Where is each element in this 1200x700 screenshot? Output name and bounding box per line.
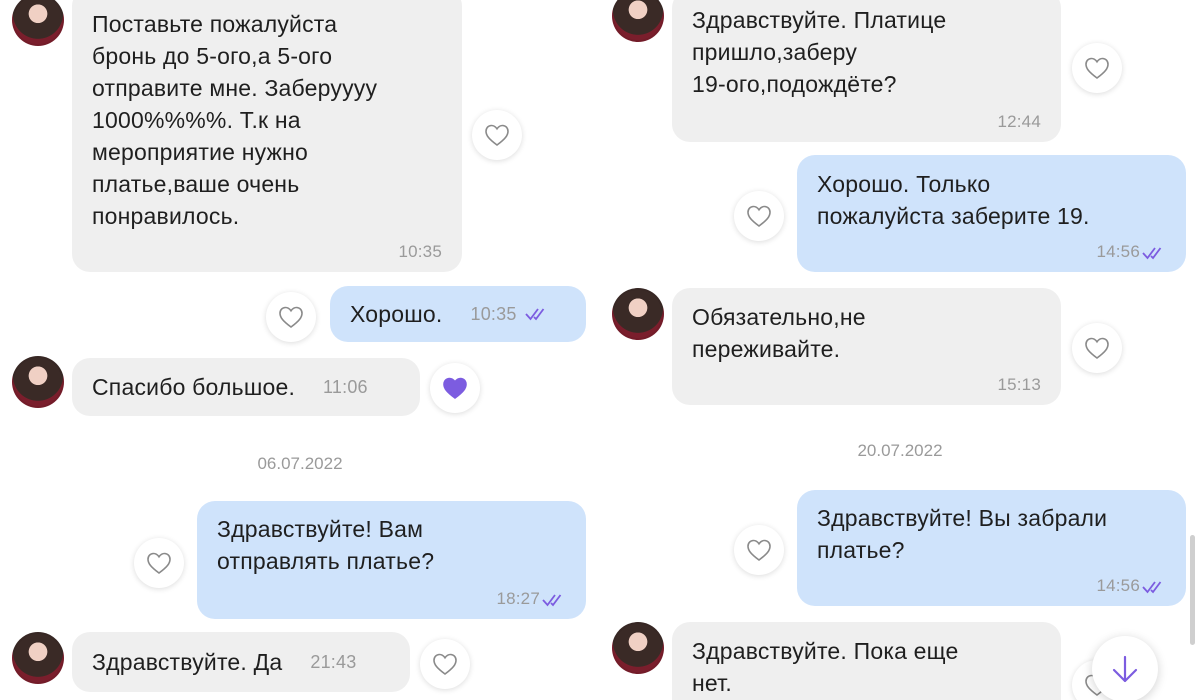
message-text: Здравствуйте! Вам отправлять платье?	[217, 516, 435, 574]
message-time: 14:56	[1096, 576, 1140, 595]
scrollbar[interactable]	[1190, 535, 1195, 645]
message-time: 14:56	[1096, 242, 1140, 261]
date-separator: 06.07.2022	[257, 454, 343, 473]
double-check-icon	[1142, 580, 1168, 594]
chat-pane-right: Здравствуйте. Платице пришло,заберу 19-о…	[600, 0, 1200, 700]
message-time: 10:35	[470, 304, 517, 324]
message-text: Здравствуйте. Пока еще нет.	[692, 638, 959, 696]
avatar[interactable]	[612, 0, 664, 42]
avatar[interactable]	[12, 0, 64, 46]
like-button[interactable]	[1072, 323, 1122, 373]
message-bubble-incoming[interactable]: Поставьте пожалуйста бронь до 5-ого,а 5-…	[72, 0, 462, 272]
heart-outline-icon	[278, 305, 304, 329]
heart-outline-icon	[484, 123, 510, 147]
like-button[interactable]	[1072, 43, 1122, 93]
message-text: Обязательно,не переживайте.	[692, 304, 866, 362]
heart-outline-icon	[146, 551, 172, 575]
avatar[interactable]	[612, 288, 664, 340]
message-bubble-outgoing[interactable]: Хорошо. 10:35	[330, 286, 586, 342]
message-text: Здравствуйте. Да	[92, 649, 283, 675]
heart-outline-icon	[432, 652, 458, 676]
message-bubble-outgoing[interactable]: Здравствуйте! Вам отправлять платье? 18:…	[197, 501, 586, 619]
message-time: 21:43	[310, 652, 357, 672]
message-bubble-incoming[interactable]: Спасибо большое. 11:06	[72, 358, 420, 416]
date-separator: 20.07.2022	[857, 441, 943, 460]
message-time: 18:27	[496, 589, 540, 608]
message-text: Поставьте пожалуйста бронь до 5-ого,а 5-…	[92, 11, 378, 229]
message-text: Хорошо. Только пожалуйста заберите 19.	[817, 171, 1090, 229]
double-check-icon	[1142, 246, 1168, 260]
message-bubble-incoming[interactable]: Здравствуйте. Да 21:43	[72, 632, 410, 692]
arrow-down-icon	[1112, 655, 1138, 683]
heart-filled-icon	[442, 376, 468, 400]
avatar[interactable]	[12, 356, 64, 408]
message-bubble-incoming[interactable]: Здравствуйте. Платице пришло,заберу 19-о…	[672, 0, 1061, 142]
like-button[interactable]	[420, 639, 470, 689]
heart-outline-icon	[1084, 56, 1110, 80]
message-time: 10:35	[398, 242, 442, 261]
chat-pane-left: Поставьте пожалуйста бронь до 5-ого,а 5-…	[0, 0, 600, 700]
double-check-icon	[542, 593, 568, 607]
message-bubble-incoming[interactable]: Здравствуйте. Пока еще нет.	[672, 622, 1061, 700]
message-text: Спасибо большое.	[92, 374, 296, 400]
heart-outline-icon	[1084, 336, 1110, 360]
like-button[interactable]	[134, 538, 184, 588]
like-button[interactable]	[734, 191, 784, 241]
avatar[interactable]	[612, 622, 664, 674]
message-time: 11:06	[323, 377, 368, 397]
message-time: 12:44	[997, 112, 1041, 131]
message-bubble-outgoing[interactable]: Здравствуйте! Вы забрали платье? 14:56	[797, 490, 1186, 606]
avatar[interactable]	[12, 632, 64, 684]
scroll-to-bottom-button[interactable]	[1092, 636, 1158, 700]
message-text: Здравствуйте. Платице пришло,заберу 19-о…	[692, 7, 947, 97]
message-bubble-outgoing[interactable]: Хорошо. Только пожалуйста заберите 19. 1…	[797, 155, 1186, 272]
double-check-icon	[525, 307, 551, 321]
message-time: 15:13	[997, 375, 1041, 394]
message-text: Хорошо.	[350, 301, 443, 327]
like-button-active[interactable]	[430, 363, 480, 413]
message-text: Здравствуйте! Вы забрали платье?	[817, 505, 1108, 563]
heart-outline-icon	[746, 538, 772, 562]
message-bubble-incoming[interactable]: Обязательно,не переживайте. 15:13	[672, 288, 1061, 405]
like-button[interactable]	[734, 525, 784, 575]
like-button[interactable]	[266, 292, 316, 342]
like-button[interactable]	[472, 110, 522, 160]
heart-outline-icon	[746, 204, 772, 228]
